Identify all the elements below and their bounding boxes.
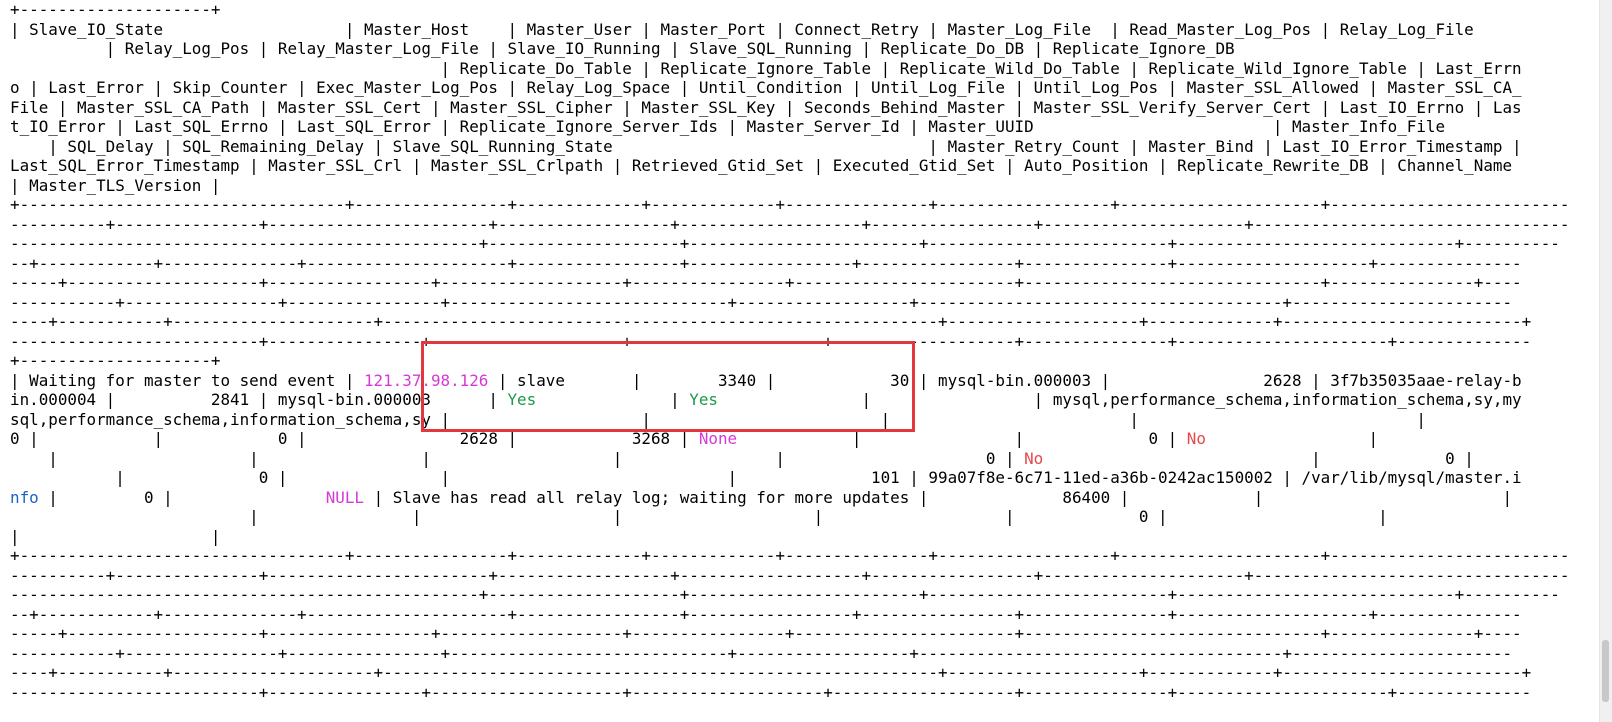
terminal-segment: | Waiting for master to send event | [10,370,364,390]
terminal-line: +--------------------+ [10,351,1570,371]
terminal-segment: | | | | | 0 | | [10,507,1388,526]
terminal-segment: +----------------------------------+----… [10,195,1570,214]
terminal-segment: 0 | | 0 | 2628 | 3268 | [10,429,699,448]
terminal-segment: | Slave_IO_State | Master_Host | Master_… [10,19,1474,39]
terminal-line: | | | | | 0 | | [10,507,1570,527]
terminal-segment: t_IO_Error | Last_SQL_Errno | Last_SQL_E… [10,117,1446,136]
terminal-segment: | [536,390,690,409]
terminal-segment: | slave | 3340 | 30 | mysql-bin.000003 |… [488,370,1522,390]
terminal-line: --------------------------+-------------… [10,683,1570,703]
terminal-segment: nfo [10,487,39,507]
terminal-segment: +--------------------+ [10,351,221,370]
terminal-segment: | Relay_Log_Pos | Relay_Master_Log_File … [10,39,1235,58]
scrollbar-thumb[interactable] [1602,640,1609,702]
terminal-line: o | Last_Error | Skip_Counter | Exec_Mas… [10,78,1570,98]
terminal-segment: | 0 | [38,487,326,507]
terminal-segment: -----+--------------------+-------------… [10,273,1522,292]
terminal-segment: | | mysql,performance_schema,information… [717,390,1522,409]
terminal-line: sql,performance_schema,information_schem… [10,410,1570,430]
terminal-line: | | [10,527,1570,547]
terminal-segment: +----------------------------------+----… [10,546,1570,565]
terminal-line: | Slave_IO_State | Master_Host | Master_… [10,20,1570,40]
terminal-line: File | Master_SSL_CA_Path | Master_SSL_C… [10,98,1570,118]
terminal-segment: | Replicate_Do_Table | Replicate_Ignore_… [10,58,1522,78]
terminal-segment: --+------------+--------------+---------… [10,604,1522,624]
terminal-line: --+------------+--------------+---------… [10,254,1570,274]
terminal-segment: --------------------------+-------------… [10,331,1532,351]
terminal-segment: | 0 | | | 101 | 99a07f8e-6c71-11ed-a36b-… [10,468,1522,487]
terminal-line: in.000004 | 2841 | mysql-bin.000003 | Ye… [10,390,1570,410]
terminal-line: ----------------------------------------… [10,585,1570,605]
terminal-output[interactable]: +--------------------+ | Slave_IO_State |… [10,0,1570,722]
terminal-line: --------------------------+-------------… [10,332,1570,352]
terminal-segment: | Master_TLS_Version | [10,175,221,195]
terminal-line: | Master_TLS_Version | [10,176,1570,196]
terminal-segment: ----+-----------+---------------------+-… [10,663,1532,682]
terminal-line: ----------------------------------------… [10,234,1570,254]
terminal-segment: ----------+---------------+-------------… [10,565,1570,585]
terminal-line: -----------+----------------+-----------… [10,644,1570,664]
terminal-segment: o | Last_Error | Skip_Counter | Exec_Mas… [10,78,1522,97]
terminal-line: +----------------------------------+----… [10,195,1570,215]
terminal-line: | 0 | | | 101 | 99a07f8e-6c71-11ed-a36b-… [10,468,1570,488]
terminal-segment: None [698,429,738,448]
vertical-scrollbar[interactable] [1599,0,1612,722]
terminal-line: Last_SQL_Error_Timestamp | Master_SSL_Cr… [10,156,1570,176]
terminal-segment: NULL [325,487,364,507]
terminal-line: | Relay_Log_Pos | Relay_Master_Log_File … [10,39,1570,59]
terminal-line: -----+--------------------+-------------… [10,624,1570,644]
terminal-segment: -----------+----------------+-----------… [10,643,1513,663]
terminal-segment: ----+-----------+---------------------+-… [10,312,1532,331]
terminal-line: ----------+---------------+-------------… [10,215,1570,235]
terminal-segment: | | [10,526,221,546]
terminal-segment: in.000004 | 2841 | mysql-bin.000003 | [10,390,508,409]
terminal-segment: Yes [689,390,718,409]
terminal-segment: | | 0 | [737,429,1187,448]
terminal-segment: | Slave has read all relay log; waiting … [364,487,1513,507]
terminal-line: | Waiting for master to send event | 121… [10,371,1570,391]
terminal-segment: Last_SQL_Error_Timestamp | Master_SSL_Cr… [10,156,1513,175]
terminal-line: ----+-----------+---------------------+-… [10,312,1570,332]
terminal-segment: | 0 | [1043,448,1474,468]
terminal-segment: ----------+---------------+-------------… [10,214,1570,234]
terminal-segment: File | Master_SSL_CA_Path | Master_SSL_C… [10,97,1522,117]
terminal-segment: --+------------+--------------+---------… [10,253,1522,273]
terminal-line: 0 | | 0 | 2628 | 3268 | None | | 0 | No … [10,429,1570,449]
terminal-line: nfo | 0 | NULL | Slave has read all rela… [10,488,1570,508]
terminal-line: +--------------------+ [10,0,1570,20]
terminal-line: t_IO_Error | Last_SQL_Errno | Last_SQL_E… [10,117,1570,137]
window-left-edge [0,0,6,722]
terminal-segment: sql,performance_schema,information_schem… [10,409,1426,429]
terminal-line: | SQL_Delay | SQL_Remaining_Delay | Slav… [10,137,1570,157]
terminal-line: --+------------+--------------+---------… [10,605,1570,625]
terminal-segment: | | | | | 0 | [10,448,1025,468]
terminal-segment: +--------------------+ [10,0,221,19]
terminal-line: | Replicate_Do_Table | Replicate_Ignore_… [10,59,1570,79]
terminal-segment: ----------------------------------------… [10,234,1560,253]
terminal-line: -----------+----------------+-----------… [10,293,1570,313]
terminal-line: ----------+---------------+-------------… [10,566,1570,586]
terminal-line: ----+-----------+---------------------+-… [10,663,1570,683]
terminal-line: +----------------------------------+----… [10,546,1570,566]
terminal-segment: -----------+----------------+-----------… [10,292,1513,312]
terminal-line: | | | | | 0 | No | 0 | [10,449,1570,469]
terminal-segment: ----------------------------------------… [10,585,1560,604]
terminal-segment: No [1024,448,1044,468]
terminal-segment: | SQL_Delay | SQL_Remaining_Delay | Slav… [10,136,1522,156]
terminal-segment: 121.37.98.126 [363,370,489,390]
terminal-segment: Yes [507,390,537,409]
terminal-segment: -----+--------------------+-------------… [10,624,1522,643]
terminal-segment: --------------------------+-------------… [10,682,1532,702]
terminal-segment: No [1186,429,1206,448]
terminal-text: +--------------------+ | Slave_IO_State |… [10,0,1570,702]
terminal-segment: | [1205,429,1379,448]
terminal-line: -----+--------------------+-------------… [10,273,1570,293]
